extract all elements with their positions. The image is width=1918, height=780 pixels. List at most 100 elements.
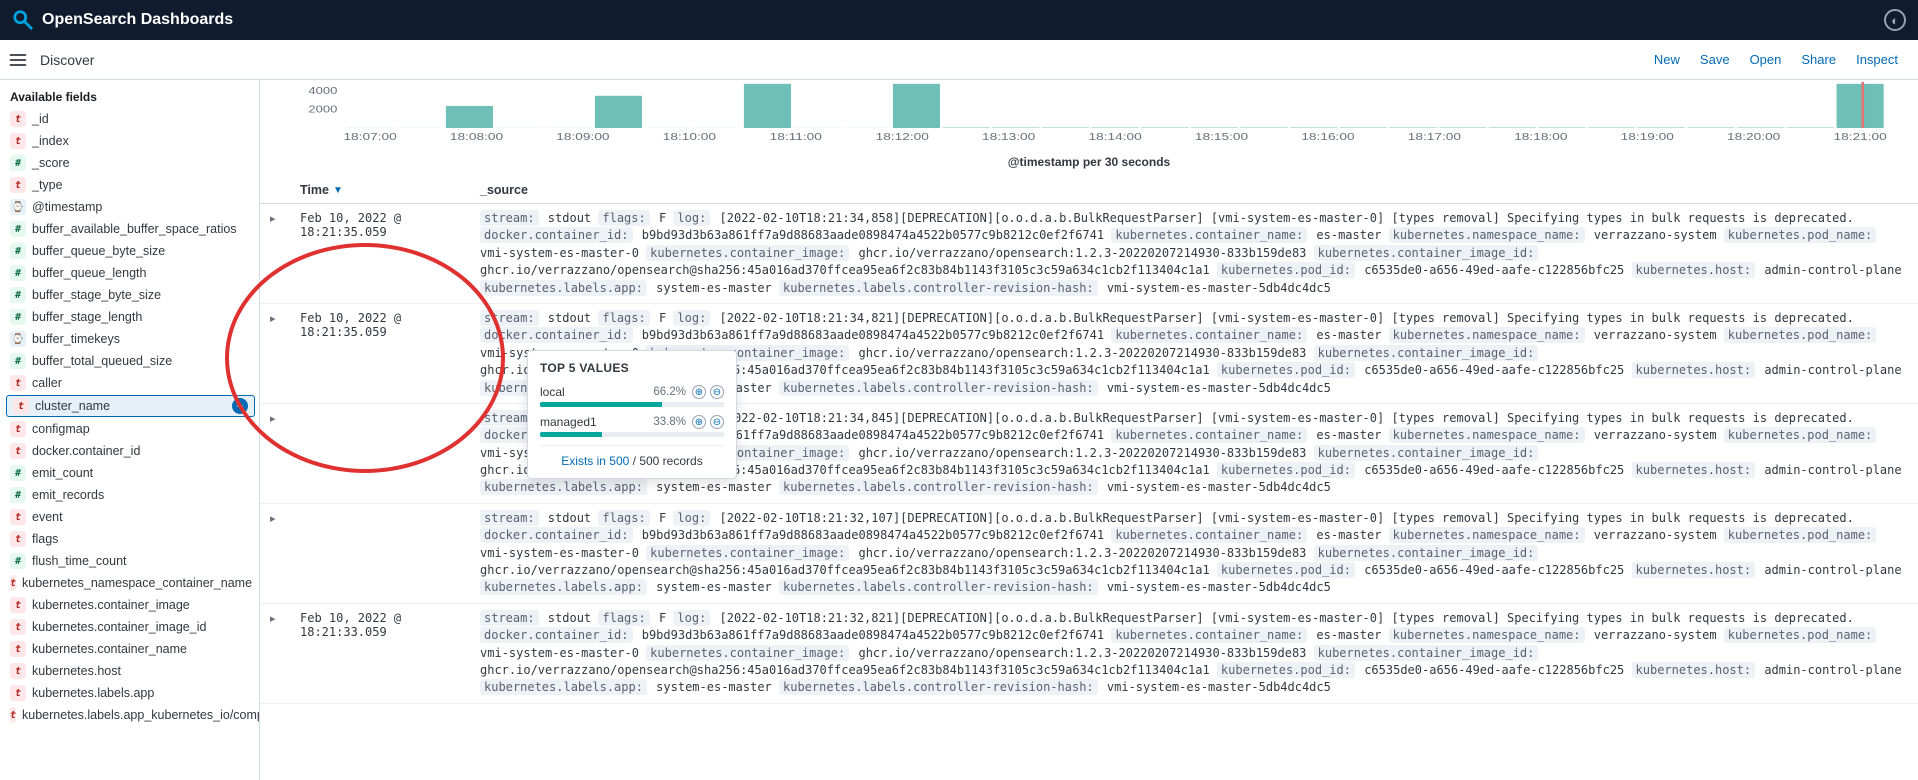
field-type-icon: t bbox=[10, 707, 16, 723]
svg-text:18:16:00: 18:16:00 bbox=[1301, 131, 1355, 143]
action-inspect[interactable]: Inspect bbox=[1856, 52, 1898, 67]
svg-text:4000: 4000 bbox=[308, 86, 337, 97]
field-buffer-queue-length[interactable]: #buffer_queue_length+ bbox=[0, 262, 259, 284]
top-actions: New Save Open Share Inspect bbox=[1654, 52, 1910, 67]
field-label: configmap bbox=[32, 422, 90, 436]
field--score[interactable]: #_score+ bbox=[0, 152, 259, 174]
log-row: ▸Feb 10, 2022 @ 18:21:35.059stream: stdo… bbox=[260, 304, 1918, 404]
field-label: kubernetes.labels.app bbox=[32, 686, 154, 700]
field-type-icon: # bbox=[10, 487, 26, 503]
field-configmap[interactable]: tconfigmap+ bbox=[0, 418, 259, 440]
value-pct: 66.2% bbox=[653, 386, 686, 398]
svg-text:18:13:00: 18:13:00 bbox=[982, 131, 1036, 143]
menu-icon[interactable] bbox=[8, 50, 28, 70]
value-label: local bbox=[540, 385, 565, 399]
field-emit-count[interactable]: #emit_count+ bbox=[0, 462, 259, 484]
field-buffer-available-buffer-space-ratios[interactable]: #buffer_available_buffer_space_ratios+ bbox=[0, 218, 259, 240]
field-kubernetes-container-image[interactable]: tkubernetes.container_image+ bbox=[0, 594, 259, 616]
expand-row-icon[interactable]: ▸ bbox=[270, 410, 300, 497]
field-kubernetes-labels-app[interactable]: tkubernetes.labels.app+ bbox=[0, 682, 259, 704]
field--timestamp[interactable]: ⌚@timestamp+ bbox=[0, 196, 259, 218]
log-row: ▸Feb 10, 2022 @ 18:21:35.059stream: stdo… bbox=[260, 204, 1918, 304]
field-kubernetes-host[interactable]: tkubernetes.host+ bbox=[0, 660, 259, 682]
row-source: stream: stdout flags: F log: [2022-02-10… bbox=[480, 610, 1908, 697]
expand-row-icon[interactable]: ▸ bbox=[270, 510, 300, 597]
field-buffer-timekeys[interactable]: ⌚buffer_timekeys+ bbox=[0, 328, 259, 350]
log-row: ▸ stream: stdout flags: F log: [2022-02-1… bbox=[260, 504, 1918, 604]
table-header: Time ▼ _source bbox=[260, 177, 1918, 204]
field-type-icon: # bbox=[10, 265, 26, 281]
field-type-icon: # bbox=[10, 553, 26, 569]
field-label: kubernetes.container_name bbox=[32, 642, 187, 656]
field-label: buffer_queue_byte_size bbox=[32, 244, 165, 258]
field-kubernetes-container-image-id[interactable]: tkubernetes.container_image_id+ bbox=[0, 616, 259, 638]
filter-for-icon[interactable]: ⊕ bbox=[692, 415, 706, 429]
field-docker-container-id[interactable]: tdocker.container_id+ bbox=[0, 440, 259, 462]
field-label: _id bbox=[32, 112, 49, 126]
field-kubernetes-namespace-container-name[interactable]: tkubernetes_namespace_container_name+ bbox=[0, 572, 259, 594]
action-save[interactable]: Save bbox=[1700, 52, 1730, 67]
field-type-icon: # bbox=[10, 309, 26, 325]
expand-row-icon[interactable]: ▸ bbox=[270, 210, 300, 297]
field-event[interactable]: tevent+ bbox=[0, 506, 259, 528]
field-label: _type bbox=[32, 178, 63, 192]
filter-for-icon[interactable]: ⊕ bbox=[692, 385, 706, 399]
top-value-row: local 66.2% ⊕ ⊖ bbox=[540, 385, 724, 407]
field-cluster-name[interactable]: tcluster_name+ bbox=[6, 395, 255, 417]
field-kubernetes-container-name[interactable]: tkubernetes.container_name+ bbox=[0, 638, 259, 660]
expand-row-icon[interactable]: ▸ bbox=[270, 610, 300, 697]
action-new[interactable]: New bbox=[1654, 52, 1680, 67]
field-emit-records[interactable]: #emit_records+ bbox=[0, 484, 259, 506]
expand-row-icon[interactable]: ▸ bbox=[270, 310, 300, 397]
field--id[interactable]: t_id+ bbox=[0, 108, 259, 130]
log-row: ▸stream: stdout flags: F log: [2022-02-1… bbox=[260, 404, 1918, 504]
popover-footer: Exists in 500 / 500 records bbox=[540, 445, 724, 468]
field-buffer-queue-byte-size[interactable]: #buffer_queue_byte_size+ bbox=[0, 240, 259, 262]
row-source: stream: stdout flags: F log: [2022-02-10… bbox=[480, 510, 1908, 597]
field-label: emit_records bbox=[32, 488, 104, 502]
field-label: kubernetes.container_image bbox=[32, 598, 190, 612]
row-source: stream: stdout flags: F log: [2022-02-10… bbox=[480, 210, 1908, 297]
sub-bar: Discover New Save Open Share Inspect bbox=[0, 40, 1918, 80]
histogram-chart: 2000400018:07:0018:08:0018:09:0018:10:00… bbox=[260, 80, 1918, 177]
svg-text:18:14:00: 18:14:00 bbox=[1088, 131, 1142, 143]
field-type-icon: # bbox=[10, 353, 26, 369]
help-icon[interactable]: ◐ bbox=[1884, 9, 1906, 31]
field-buffer-stage-byte-size[interactable]: #buffer_stage_byte_size+ bbox=[0, 284, 259, 306]
page-title: Discover bbox=[40, 52, 94, 68]
row-time bbox=[300, 410, 480, 497]
filter-out-icon[interactable]: ⊖ bbox=[710, 415, 724, 429]
field-buffer-stage-length[interactable]: #buffer_stage_length+ bbox=[0, 306, 259, 328]
field-label: kubernetes.container_image_id bbox=[32, 620, 206, 634]
field--type[interactable]: t_type+ bbox=[0, 174, 259, 196]
field-label: kubernetes.host bbox=[32, 664, 121, 678]
column-source[interactable]: _source bbox=[480, 183, 1908, 197]
field-type-icon: # bbox=[10, 243, 26, 259]
field-caller[interactable]: tcaller+ bbox=[0, 372, 259, 394]
field-kubernetes-labels-app-kubernetes-io-component[interactable]: tkubernetes.labels.app_kubernetes_io/com… bbox=[0, 704, 259, 726]
filter-out-icon[interactable]: ⊖ bbox=[710, 385, 724, 399]
action-open[interactable]: Open bbox=[1750, 52, 1782, 67]
field--index[interactable]: t_index+ bbox=[0, 130, 259, 152]
field-type-icon: t bbox=[13, 398, 29, 414]
exists-link[interactable]: Exists in 500 bbox=[561, 454, 629, 468]
log-row: ▸Feb 10, 2022 @ 18:21:33.059stream: stdo… bbox=[260, 604, 1918, 704]
top-bar: OpenSearch Dashboards ◐ bbox=[0, 0, 1918, 40]
top-value-row: managed133.8%⊕⊖ bbox=[540, 415, 724, 437]
field-label: buffer_stage_byte_size bbox=[32, 288, 161, 302]
field-flags[interactable]: tflags+ bbox=[0, 528, 259, 550]
svg-text:18:18:00: 18:18:00 bbox=[1514, 131, 1568, 143]
brand[interactable]: OpenSearch Dashboards bbox=[12, 9, 233, 31]
field-label: emit_count bbox=[32, 466, 93, 480]
field-label: buffer_stage_length bbox=[32, 310, 142, 324]
field-buffer-total-queued-size[interactable]: #buffer_total_queued_size+ bbox=[0, 350, 259, 372]
sort-desc-icon[interactable]: ▼ bbox=[333, 185, 343, 196]
field-label: event bbox=[32, 510, 63, 524]
action-share[interactable]: Share bbox=[1801, 52, 1836, 67]
field-flush-time-count[interactable]: #flush_time_count+ bbox=[0, 550, 259, 572]
field-type-icon: t bbox=[10, 531, 26, 547]
value-pct: 33.8% bbox=[653, 416, 686, 428]
column-time[interactable]: Time ▼ bbox=[300, 183, 480, 197]
add-field-icon[interactable]: + bbox=[232, 398, 248, 414]
field-label: buffer_queue_length bbox=[32, 266, 146, 280]
